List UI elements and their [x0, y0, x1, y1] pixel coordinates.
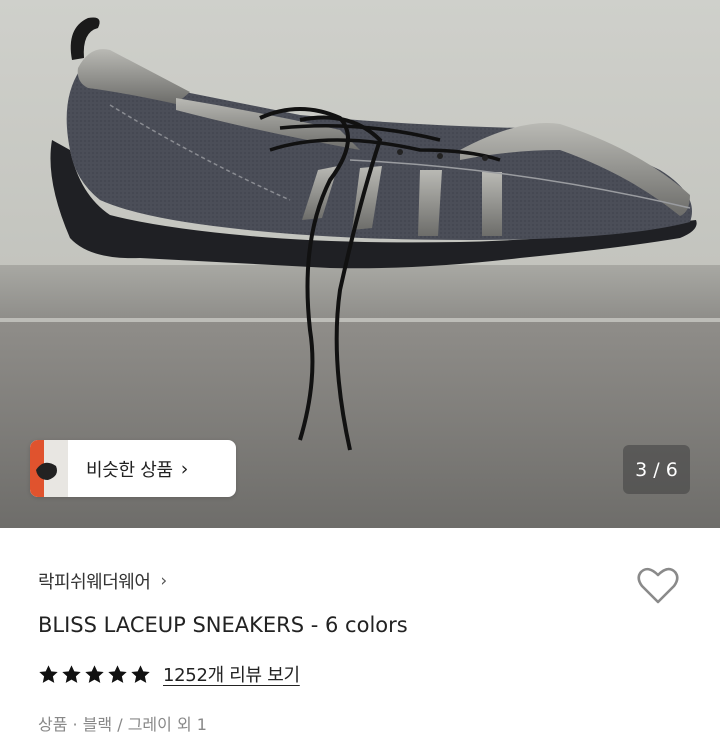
star-icon: [85, 664, 104, 683]
product-title: BLISS LACEUP SNEAKERS - 6 colors: [38, 613, 408, 637]
heart-icon[interactable]: [636, 566, 680, 606]
product-photo[interactable]: 비슷한 상품 › 3 / 6: [0, 0, 720, 528]
option-line: 상품 · 블랙 / 그레이 외 1: [38, 715, 207, 734]
star-icon: [39, 664, 58, 683]
similar-thumbnail: [30, 440, 68, 497]
image-page-counter: 3 / 6: [623, 445, 690, 494]
chevron-right-icon: ›: [180, 457, 189, 480]
rating-row: 1252개 리뷰 보기: [38, 661, 300, 687]
star-icon: [62, 664, 81, 683]
product-info: 락피쉬웨더웨어 › BLISS LACEUP SNEAKERS - 6 colo…: [0, 528, 720, 734]
chevron-right-icon: ›: [160, 571, 168, 591]
similar-products-label: 비슷한 상품: [86, 459, 173, 481]
star-icon: [108, 664, 127, 683]
review-link[interactable]: 1252개 리뷰 보기: [163, 661, 300, 687]
star-icon: [131, 664, 150, 683]
rating-stars: [38, 664, 151, 685]
similar-products-button[interactable]: 비슷한 상품 ›: [30, 440, 236, 497]
brand-link[interactable]: 락피쉬웨더웨어 ›: [38, 568, 167, 594]
brand-name: 락피쉬웨더웨어: [38, 572, 151, 593]
